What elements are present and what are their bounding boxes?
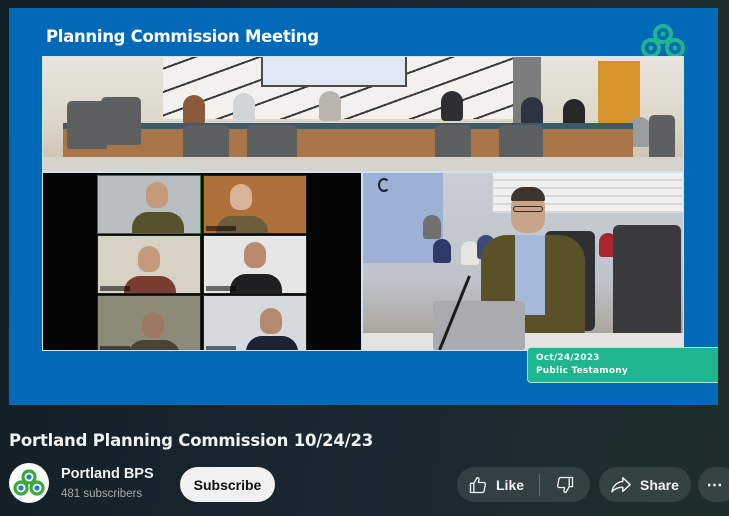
portland-bps-logo-icon [13, 469, 45, 496]
podium-camera-feed [362, 172, 684, 351]
participant-body [246, 336, 298, 350]
dislike-button[interactable] [540, 467, 590, 502]
participant-body [216, 216, 268, 233]
commissioner [233, 93, 255, 123]
participant-head [230, 184, 252, 210]
share-button[interactable]: Share [599, 467, 691, 502]
participant-head [138, 246, 160, 272]
participant-tile [97, 175, 201, 234]
like-dislike-group: Like [457, 467, 590, 502]
audience-member [423, 215, 441, 239]
caption-date: Oct/24/2023 [536, 353, 600, 363]
video-player[interactable]: Planning Commission Meeting Oct/24/2023 … [9, 8, 718, 405]
participant-body [230, 274, 282, 293]
wall-clock [378, 178, 390, 192]
chair [101, 97, 141, 145]
participant-tile [97, 295, 201, 350]
audience-member [433, 239, 451, 263]
participant-name-tag [206, 346, 236, 350]
commissioner [183, 95, 205, 125]
room-camera-feed [42, 56, 684, 172]
participant-name-tag [100, 346, 130, 350]
chair [613, 225, 681, 345]
slide-title: Planning Commission Meeting [46, 27, 319, 46]
like-label: Like [496, 476, 525, 493]
participant-head [260, 308, 282, 334]
commissioner [319, 91, 341, 121]
participant-tile [203, 235, 307, 294]
participant-body [124, 276, 176, 293]
subscribe-button[interactable]: Subscribe [180, 467, 275, 502]
channel-name[interactable]: Portland BPS [61, 466, 154, 482]
share-label: Share [640, 476, 679, 493]
commissioner [441, 91, 463, 121]
participant-head [142, 312, 164, 338]
portland-bps-logo-icon [641, 24, 685, 58]
dais [63, 123, 633, 161]
projection-screen [261, 57, 407, 87]
participant-tile [203, 175, 307, 234]
speaker-hair [511, 187, 545, 201]
participant-head [146, 182, 168, 208]
more-actions-button[interactable]: ⋯ [698, 467, 729, 502]
participant-name-tag [206, 286, 236, 291]
participant-body [132, 212, 184, 233]
video-title: Portland Planning Commission 10/24/23 [9, 431, 374, 450]
share-arrow-icon [611, 476, 631, 493]
zoom-gallery-feed [42, 172, 362, 351]
chair [649, 115, 675, 163]
participant-tile [203, 295, 307, 350]
speaker-glasses [513, 206, 543, 212]
lower-third-caption: Oct/24/2023 Public Testamony [527, 347, 718, 383]
thumbs-down-icon [556, 476, 574, 493]
subscriber-count: 481 subscribers [61, 488, 143, 500]
like-button[interactable]: Like [457, 467, 539, 502]
thumbs-up-icon [469, 476, 487, 493]
more-icon: ⋯ [706, 476, 724, 494]
participant-name-tag [100, 286, 130, 291]
participant-head [244, 242, 266, 268]
participant-tile [97, 235, 201, 294]
participant-body [128, 340, 180, 350]
channel-avatar[interactable] [9, 463, 49, 503]
participant-name-tag [206, 226, 236, 231]
caption-label: Public Testamony [536, 366, 628, 376]
floor [43, 157, 683, 171]
